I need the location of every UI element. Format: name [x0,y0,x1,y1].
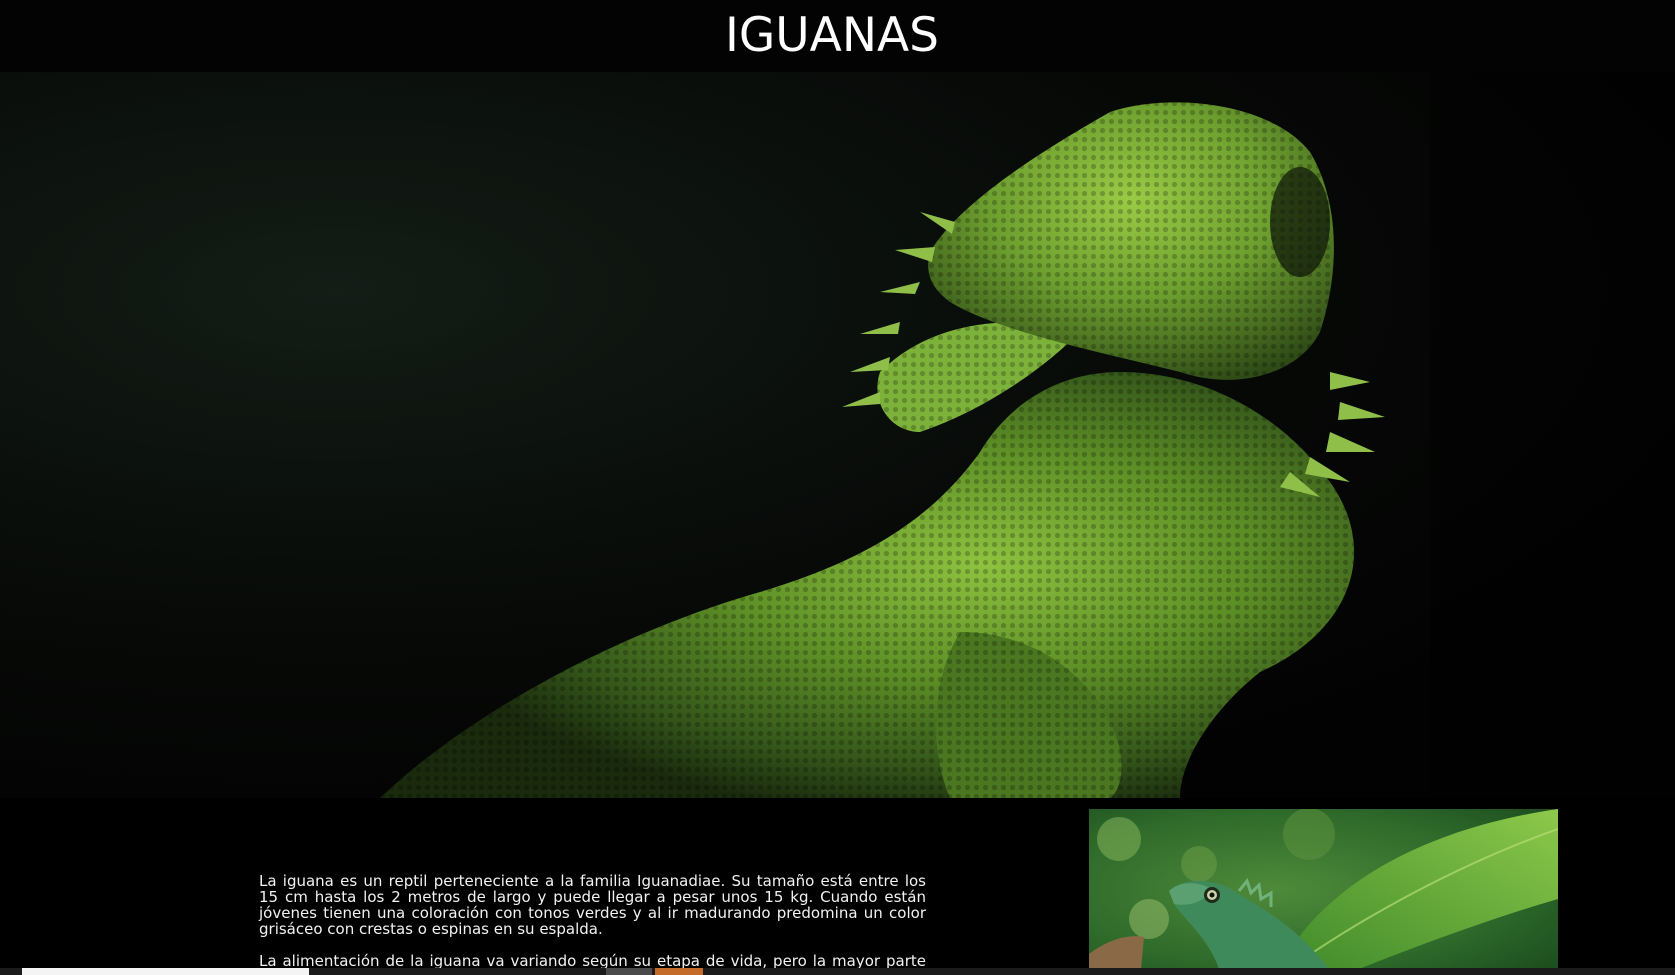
bottom-chip-white [22,968,309,975]
intro-text: La iguana es un reptil perteneciente a l… [259,873,926,975]
lizard-photo-illustration [1089,809,1558,969]
side-photo [1089,809,1558,969]
bottom-chip-gray [606,968,652,975]
hero-iguana-illustration [0,72,1675,798]
intro-paragraph-1: La iguana es un reptil perteneciente a l… [259,872,926,938]
bottom-chip-orange [655,968,703,975]
site-header: IGUANAS [0,0,1675,72]
site-title: IGUANAS [725,8,939,63]
hero-image [0,72,1675,798]
page: IGUANAS La iguana es un reptil perteneci… [0,0,1675,975]
